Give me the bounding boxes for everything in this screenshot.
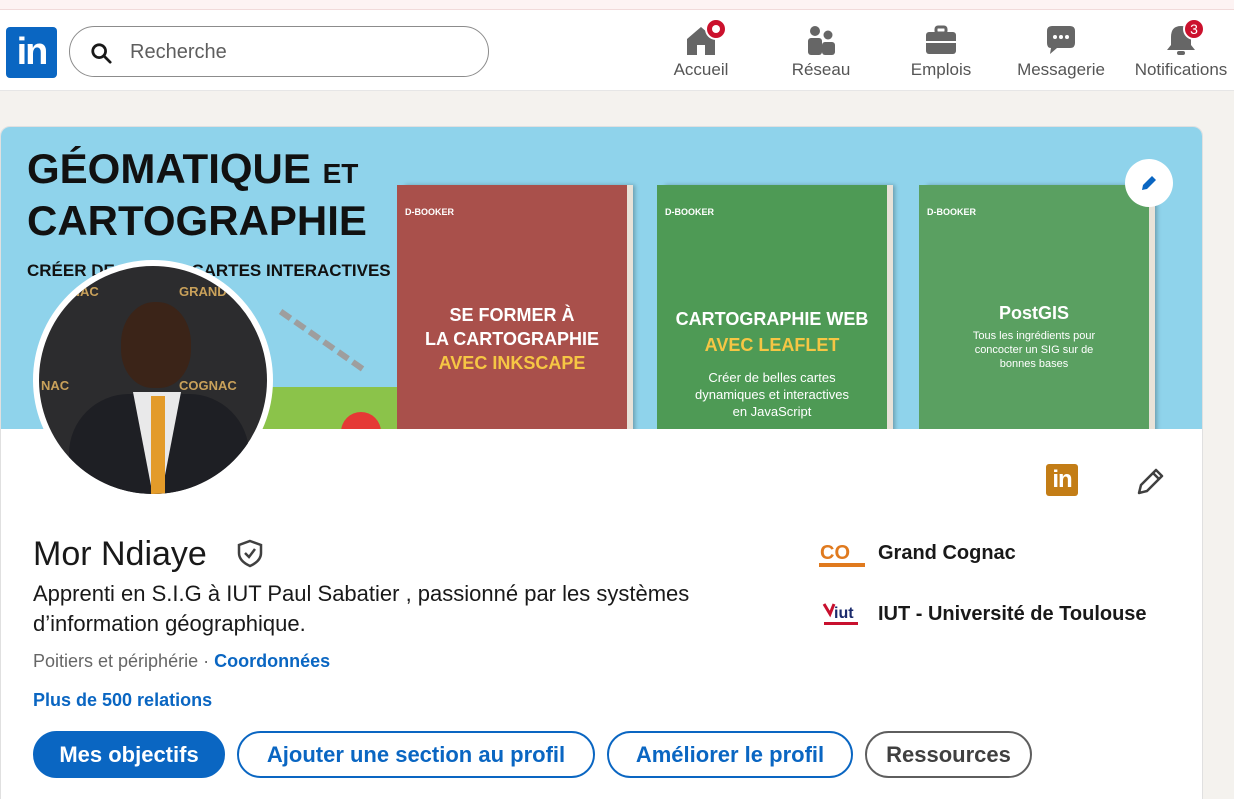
book-publisher: D-BOOKER: [927, 207, 976, 217]
pencil-icon: [1142, 176, 1156, 190]
top-navigation: in Accueil Réseau Emplois: [0, 10, 1234, 91]
notification-count-badge: 3: [1183, 18, 1205, 40]
photo-backdrop-text: COGNAC: [179, 378, 237, 393]
org-name: IUT - Université de Toulouse: [878, 603, 1147, 625]
nav-label: Emplois: [910, 60, 972, 79]
contact-info-link[interactable]: Coordonnées: [214, 651, 330, 671]
location-text: Poitiers et périphérie: [33, 651, 199, 671]
nav-label: Messagerie: [1017, 60, 1105, 79]
book-publisher: D-BOOKER: [405, 207, 454, 217]
book-title: CARTOGRAPHIE WEB: [675, 309, 869, 329]
org-name: Grand Cognac: [878, 542, 1016, 564]
photo-shape: [151, 396, 165, 494]
improve-profile-button[interactable]: Améliorer le profil: [607, 731, 853, 778]
search-input[interactable]: [130, 37, 470, 67]
resources-button[interactable]: Ressources: [865, 731, 1032, 778]
nav-label: Accueil: [673, 60, 729, 79]
logo-text: iut: [834, 605, 854, 622]
nav-item-messaging[interactable]: Messagerie: [1001, 20, 1121, 82]
book-publisher: D-BOOKER: [665, 207, 714, 217]
search-box[interactable]: [69, 26, 489, 77]
book-cover-postgis: D-BOOKER PostGIS Tous les ingrédients po…: [919, 185, 1149, 429]
photo-shape: [121, 302, 191, 388]
photo-backdrop-text: NAC: [41, 378, 70, 393]
nav-item-network[interactable]: Réseau: [761, 20, 881, 82]
book-title: PostGIS: [998, 303, 1069, 323]
book-description: Tous les ingrédients pour concocter un S…: [972, 330, 1096, 370]
profile-name: Mor Ndiaye: [33, 535, 207, 573]
top-strip: [0, 0, 1234, 10]
add-profile-section-button[interactable]: Ajouter une section au profil: [237, 731, 595, 778]
grand-cognac-logo: CO: [819, 542, 865, 567]
network-icon: [808, 26, 835, 55]
banner-title: GÉOMATIQUE ET: [27, 145, 359, 192]
search-icon: [91, 43, 112, 64]
messaging-icon: [1047, 26, 1075, 54]
verified-shield-icon[interactable]: [235, 538, 265, 568]
book-cover-inkscape: D-BOOKER SE FORMER À LA CARTOGRAPHIE AVE…: [397, 185, 627, 429]
iut-logo: iut: [822, 603, 858, 625]
book-title: LA CARTOGRAPHIE: [424, 329, 599, 349]
logo-text: CO: [820, 542, 850, 564]
book-cover-leaflet: D-BOOKER CARTOGRAPHIE WEB AVEC LEAFLET C…: [657, 185, 887, 429]
connections-link[interactable]: Plus de 500 relations: [33, 690, 212, 711]
book-subtitle: AVEC INKSCAPE: [438, 353, 586, 373]
book-description: Créer de belles cartes dynamiques et int…: [695, 370, 849, 419]
my-goals-button[interactable]: Mes objectifs: [33, 731, 225, 778]
linkedin-logo[interactable]: in: [6, 27, 57, 78]
banner-title-line2: CARTOGRAPHIE: [27, 197, 367, 244]
profile-card: GÉOMATIQUE ET CARTOGRAPHIE CRÉER DE BELL…: [0, 126, 1203, 799]
profile-headline: Apprenti en S.I.G à IUT Paul Sabatier , …: [33, 581, 690, 636]
nav-label: Notifications: [1134, 60, 1228, 79]
profile-location: Poitiers et périphérie · Coordonnées: [33, 651, 330, 672]
nav-item-home[interactable]: Accueil: [641, 18, 761, 82]
photo-backdrop-text: GRAND: [179, 284, 227, 299]
briefcase-icon: [926, 25, 956, 54]
linkedin-premium-icon[interactable]: in: [1046, 464, 1078, 496]
edit-banner-button[interactable]: [1125, 159, 1173, 207]
separator: ·: [198, 651, 215, 671]
book-title: SE FORMER À: [449, 305, 575, 325]
photo-backdrop-text: COGNAC: [41, 284, 99, 299]
nav-item-jobs[interactable]: Emplois: [881, 20, 1001, 82]
book-subtitle: AVEC LEAFLET: [704, 335, 840, 355]
edit-profile-pencil-icon[interactable]: [1133, 465, 1167, 499]
notification-dot: [705, 18, 727, 40]
profile-photo[interactable]: COGNAC GRAND NAC COGNAC: [33, 260, 273, 500]
banner-decoration: [277, 309, 365, 373]
nav-label: Réseau: [791, 60, 851, 79]
nav-item-notifications[interactable]: 3 Notifications: [1121, 18, 1234, 82]
